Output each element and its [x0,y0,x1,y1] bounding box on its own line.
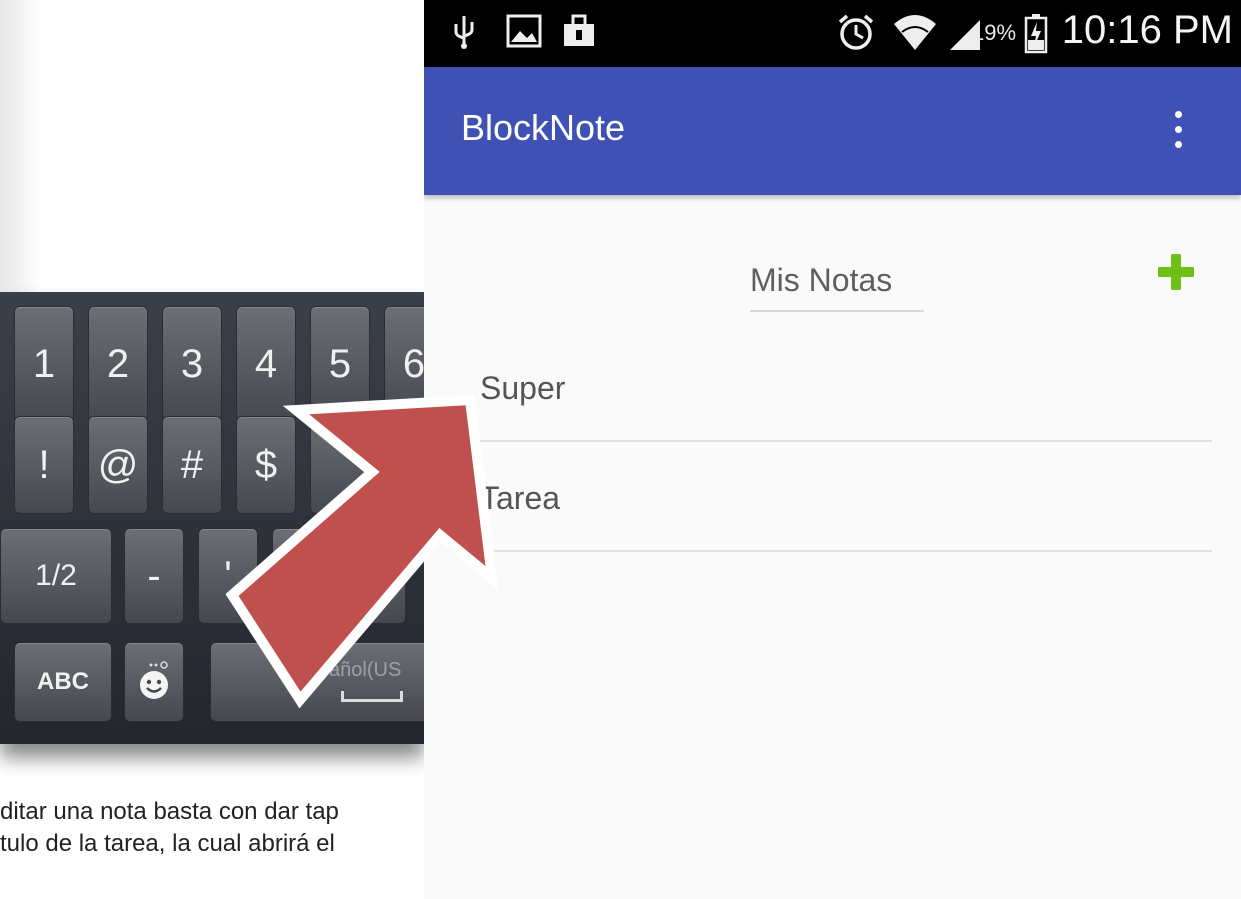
key-1[interactable]: 1 [14,306,74,422]
overflow-menu-icon [1174,111,1182,118]
smiley-face-icon [140,661,168,699]
phone-screenshot: 19% 10:16 PM BlockNote Mis Notas Super T… [424,0,1241,899]
app-bar: BlockNote [424,67,1241,195]
page-shadow [0,0,40,300]
app-title: BlockNote [461,107,626,148]
key-row3-hidden[interactable] [272,528,332,624]
overflow-menu-dot [1174,126,1182,133]
overflow-menu-dot [1174,141,1182,148]
key-half[interactable]: 1/2 [0,528,112,624]
add-note-button[interactable] [1156,252,1196,292]
key-hash[interactable]: # [162,416,222,514]
space-bar-icon [341,691,403,702]
key-emoji[interactable] [124,642,184,722]
key-5[interactable]: 5 [310,306,370,422]
note-item-super[interactable]: Super [476,332,1212,442]
note-title: Super [480,370,566,406]
battery-percent: 19% [972,20,1017,45]
key-at[interactable]: @ [88,416,148,514]
document-text: ditar una nota basta con dar tap tulo de… [0,796,430,860]
wifi-icon [894,15,936,50]
status-bar: 19% 10:16 PM [424,0,1241,67]
key-4[interactable]: 4 [236,306,296,422]
key-apostrophe[interactable]: ' [198,528,258,624]
notes-heading: Mis Notas [750,262,893,298]
key-dollar[interactable]: $ [236,416,296,514]
briefcase-icon [564,14,594,46]
key-6[interactable]: 6 [384,306,424,422]
image-icon [506,14,542,48]
space-key[interactable]: ◂ Español(US [210,642,424,722]
alarm-icon [838,14,874,50]
note-title: Tarea [480,480,561,516]
keyboard-screenshot: 1 2 3 4 5 6 ! @ # $ 1/2 - ' ABC ◂ Españo… [0,292,424,744]
key-row2-hidden[interactable] [310,416,370,514]
key-abc[interactable]: ABC [14,642,112,722]
key-exclamation[interactable]: ! [14,416,74,514]
document-text-line-1: ditar una nota basta con dar tap [0,798,339,825]
usb-icon [454,16,474,49]
battery-icon [1024,14,1048,54]
overflow-menu-button[interactable] [1166,111,1190,155]
space-language-label: ◂ Español(US [279,659,402,681]
note-item-tarea[interactable]: Tarea [476,442,1212,552]
key-row3-hidden-2[interactable] [346,528,406,624]
heading-underline [750,310,924,312]
document-text-line-2: tulo de la tarea, la cual abrirá el [0,830,335,857]
status-time: 10:16 PM [1061,8,1233,52]
key-2[interactable]: 2 [88,306,148,422]
key-dash[interactable]: - [124,528,184,624]
key-3[interactable]: 3 [162,306,222,422]
